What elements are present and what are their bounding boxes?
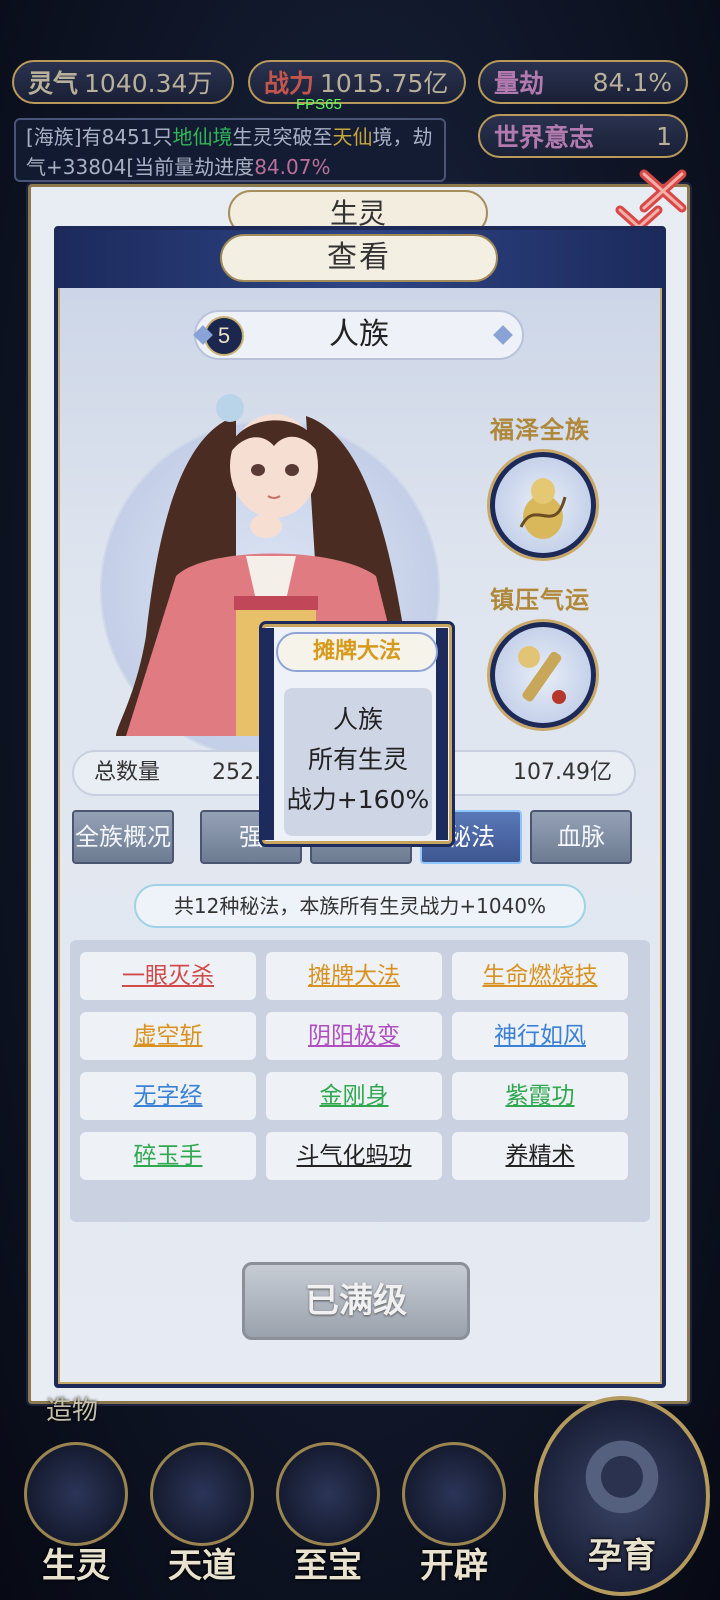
skill-item[interactable]: 虚空斩 bbox=[80, 1012, 256, 1060]
skill-item[interactable]: 神行如风 bbox=[452, 1012, 628, 1060]
nav-creatures[interactable]: 生灵 bbox=[18, 1442, 134, 1592]
tooltip-line-1: 人族 bbox=[332, 705, 383, 734]
tooltip-border-left bbox=[262, 628, 274, 840]
nav-expand-label: 开辟 bbox=[420, 1546, 488, 1586]
create-button[interactable]: 造物 bbox=[32, 1392, 112, 1430]
nav-treasure[interactable]: 至宝 bbox=[270, 1442, 386, 1592]
skill-item[interactable]: 养精术 bbox=[452, 1132, 628, 1180]
nav-nurture-label: 孕育 bbox=[588, 1536, 656, 1576]
notice-part1: [海族]有8451只 bbox=[26, 125, 173, 149]
notice-realm: 地仙境 bbox=[172, 125, 233, 149]
skill-item[interactable]: 生命燃烧技 bbox=[452, 952, 628, 1000]
skill-item[interactable]: 金刚身 bbox=[266, 1072, 442, 1120]
skill-item[interactable]: 紫霞功 bbox=[452, 1072, 628, 1120]
nav-expand[interactable]: 开辟 bbox=[396, 1442, 512, 1592]
liangjie-label: 量劫 bbox=[494, 69, 545, 98]
tooltip-line-2: 所有生灵 bbox=[307, 745, 408, 774]
max-level-button[interactable]: 已满级 bbox=[242, 1262, 470, 1340]
world-will-value: 1 bbox=[656, 121, 672, 151]
nav-heaven[interactable]: 天道 bbox=[144, 1442, 260, 1592]
nav-heaven-label: 天道 bbox=[168, 1546, 236, 1586]
zhanli-value: 1015.75亿 bbox=[320, 69, 449, 98]
skill-item[interactable]: 无字经 bbox=[80, 1072, 256, 1120]
secret-art-summary: 共12种秘法，本族所有生灵战力+1040% bbox=[134, 884, 586, 928]
lingqi-stat: 灵气 1040.34万 bbox=[12, 60, 234, 104]
world-will-stat[interactable]: 世界意志 1 bbox=[478, 114, 688, 158]
total-count-value: 252. bbox=[212, 760, 261, 785]
tab-bloodline[interactable]: 血脉 bbox=[530, 810, 632, 864]
tooltip-border-right bbox=[436, 628, 448, 840]
nav-treasure-label: 至宝 bbox=[294, 1546, 362, 1586]
skill-item[interactable]: 一眼灭杀 bbox=[80, 952, 256, 1000]
race-name: 人族 bbox=[329, 317, 389, 352]
skill-item[interactable]: 碎玉手 bbox=[80, 1132, 256, 1180]
zhanli-stat: 战力 1015.75亿 bbox=[248, 60, 466, 104]
skill-item[interactable]: 斗气化蚂功 bbox=[266, 1132, 442, 1180]
heaven-emblem-icon bbox=[150, 1442, 254, 1546]
world-will-label: 世界意志 bbox=[494, 123, 595, 152]
tab-overview[interactable]: 全族概况 bbox=[72, 810, 174, 864]
total-power-value: 107.49亿 bbox=[513, 760, 612, 785]
liangjie-stat[interactable]: 量劫 84.1% bbox=[478, 60, 688, 104]
buff-label-2: 镇压气运 bbox=[490, 586, 590, 614]
total-count-label: 总数量 bbox=[94, 760, 161, 785]
expand-emblem-icon bbox=[402, 1442, 506, 1546]
fps-counter: FPS65 bbox=[296, 96, 342, 113]
creatures-emblem-icon bbox=[24, 1442, 128, 1546]
lingqi-label: 灵气 bbox=[28, 69, 79, 98]
notice-realm2: 天仙 bbox=[332, 125, 373, 149]
tooltip-body: 人族 所有生灵 战力+160% bbox=[284, 688, 432, 836]
zhanli-label: 战力 bbox=[264, 69, 315, 98]
treasure-emblem-icon bbox=[276, 1442, 380, 1546]
tooltip-line-3: 战力+160% bbox=[286, 785, 430, 814]
lingqi-value: 1040.34万 bbox=[84, 69, 213, 98]
notice-part2: 生灵突破至 bbox=[232, 125, 333, 149]
gourd-icon[interactable] bbox=[490, 452, 596, 558]
mace-icon[interactable] bbox=[490, 622, 596, 728]
skill-item[interactable]: 摊牌大法 bbox=[266, 952, 442, 1000]
event-notice: [海族]有8451只地仙境生灵突破至天仙境，劫气+33804[当前量劫进度84.… bbox=[14, 118, 446, 182]
panel-title: 查看 bbox=[220, 234, 498, 282]
nav-creatures-label: 生灵 bbox=[42, 1546, 110, 1586]
skill-item[interactable]: 阴阳极变 bbox=[266, 1012, 442, 1060]
buff-label-1: 福泽全族 bbox=[490, 416, 590, 444]
liangjie-value: 84.1% bbox=[592, 67, 672, 97]
tooltip-title: 摊牌大法 bbox=[276, 632, 438, 672]
notice-progress: 84.07% bbox=[254, 155, 331, 179]
